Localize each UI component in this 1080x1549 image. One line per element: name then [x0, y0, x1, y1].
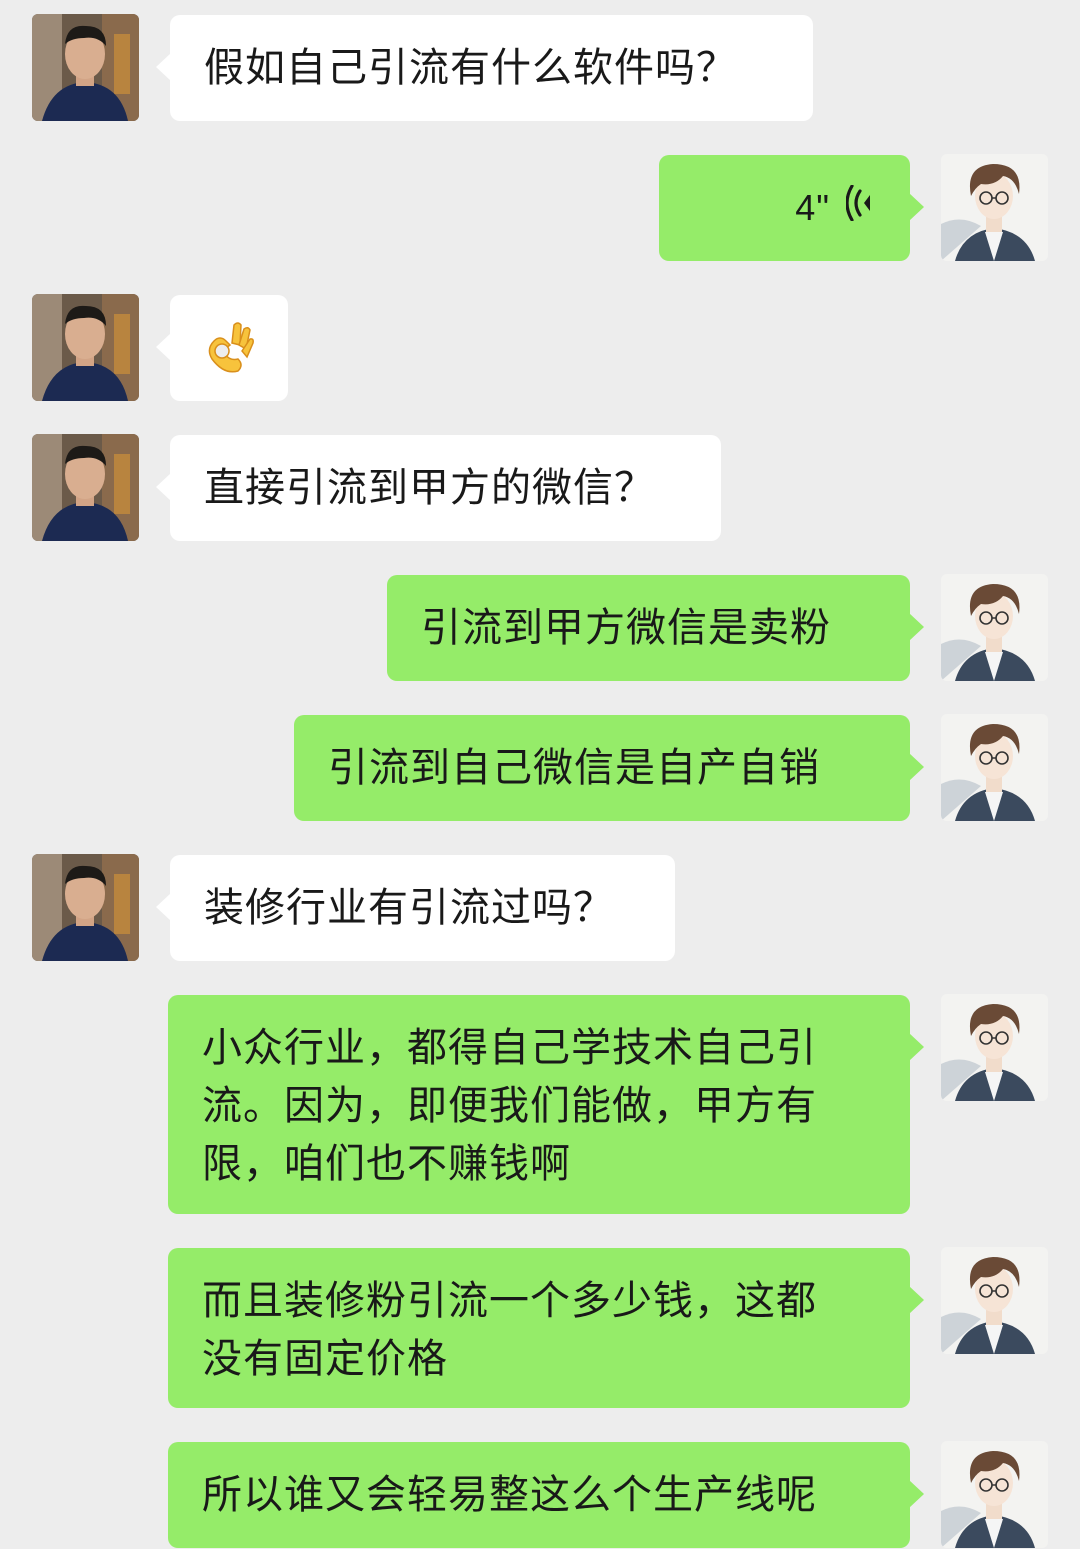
contact-avatar[interactable] — [32, 294, 139, 401]
message-text: 引流到甲方微信是卖粉 — [421, 605, 831, 651]
my-avatar[interactable] — [941, 154, 1048, 261]
my-avatar[interactable] — [941, 574, 1048, 681]
incoming-message-bubble[interactable]: 直接引流到甲方的微信？ — [156, 435, 721, 541]
voice-message-bubble[interactable]: 4" — [659, 155, 924, 261]
my-avatar[interactable] — [941, 1441, 1048, 1548]
outgoing-message-bubble[interactable]: 引流到自己微信是自产自销 — [294, 715, 924, 821]
contact-avatar[interactable] — [32, 14, 139, 121]
ok-hand-emoji — [204, 319, 288, 389]
message-line: 而且装修粉引流一个多少钱，这都 — [202, 1278, 817, 1324]
message-line: 没有固定价格 — [202, 1336, 448, 1382]
contact-avatar[interactable] — [32, 854, 139, 961]
message-text: 引流到自己微信是自产自销 — [328, 745, 820, 791]
voice-wave-icon — [845, 179, 876, 237]
incoming-message-bubble[interactable]: 装修行业有引流过吗？ — [156, 855, 675, 961]
voice-duration: 4" — [795, 187, 830, 228]
outgoing-message-bubble[interactable]: 所以谁又会轻易整这么个生产线呢 — [168, 1442, 924, 1548]
my-avatar[interactable] — [941, 994, 1048, 1101]
my-avatar[interactable] — [941, 714, 1048, 821]
my-avatar[interactable] — [941, 1247, 1048, 1354]
message-text: 所以谁又会轻易整这么个生产线呢 — [202, 1472, 817, 1518]
message-text: 装修行业有引流过吗？ — [204, 885, 614, 931]
message-text: 假如自己引流有什么软件吗？ — [204, 45, 737, 91]
outgoing-message-bubble[interactable]: 小众行业，都得自己学技术自己引 流。因为，即便我们能做，甲方有 限，咱们也不赚钱… — [168, 995, 924, 1214]
incoming-message-bubble[interactable]: 假如自己引流有什么软件吗？ — [156, 15, 813, 121]
message-line: 流。因为，即便我们能做，甲方有 — [202, 1083, 817, 1129]
contact-avatar[interactable] — [32, 434, 139, 541]
incoming-emoji-bubble[interactable] — [156, 295, 288, 401]
outgoing-message-bubble[interactable]: 而且装修粉引流一个多少钱，这都 没有固定价格 — [168, 1248, 924, 1408]
outgoing-message-bubble[interactable]: 引流到甲方微信是卖粉 — [387, 575, 924, 681]
message-text: 直接引流到甲方的微信？ — [204, 465, 655, 511]
message-line: 小众行业，都得自己学技术自己引 — [202, 1025, 817, 1071]
message-line: 限，咱们也不赚钱啊 — [202, 1141, 571, 1187]
